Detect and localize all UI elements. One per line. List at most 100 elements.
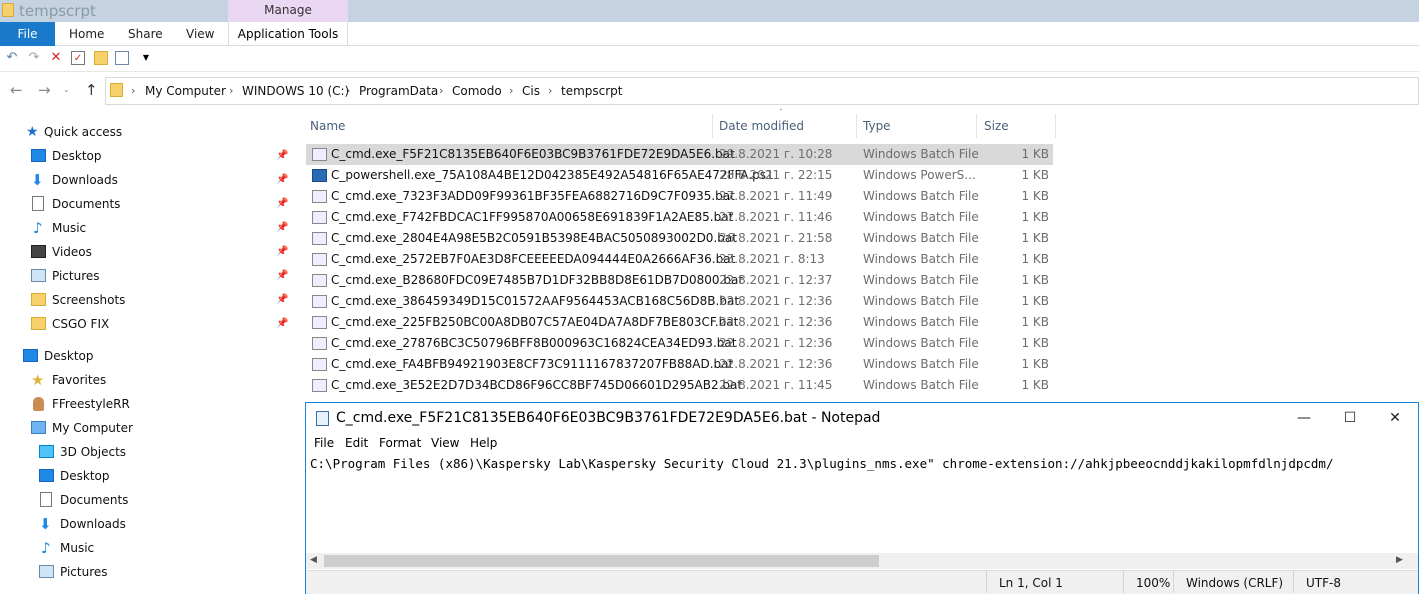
column-header-size[interactable]: Size	[984, 114, 1009, 138]
sidebar-item-pictures[interactable]: Pictures 📌	[0, 264, 290, 288]
sidebar-item-user[interactable]: FFreestyleRR	[0, 392, 290, 416]
chevron-right-icon[interactable]: ›	[509, 83, 513, 99]
sidebar-item-3d-objects[interactable]: 3D Objects	[0, 440, 290, 464]
tab-view[interactable]: View	[186, 22, 214, 46]
sidebar-item-videos[interactable]: Videos 📌	[0, 240, 290, 264]
sidebar-item-label: CSGO FIX	[52, 317, 110, 331]
breadcrumb-my-computer[interactable]: My Computer	[145, 83, 226, 99]
column-header-type[interactable]: Type	[863, 114, 891, 138]
table-row[interactable]: C_cmd.exe_225FB250BC00A8DB07C57AE04DA7A8…	[306, 312, 1053, 333]
breadcrumb-cis[interactable]: Cis	[522, 83, 540, 99]
notepad-text-area[interactable]: C:\Program Files (x86)\Kaspersky Lab\Kas…	[310, 455, 1334, 473]
table-row[interactable]: C_cmd.exe_F742FBDCAC1FF995870A00658E6918…	[306, 207, 1053, 228]
table-row[interactable]: C_cmd.exe_2572EB7F0AE3D8FCEEEEEDA094444E…	[306, 249, 1053, 270]
scroll-right-icon[interactable]: ▶	[1396, 555, 1403, 565]
sidebar-item-pc-documents[interactable]: Documents	[0, 488, 290, 512]
menu-format[interactable]: Format	[379, 435, 421, 451]
sidebar-quick-access[interactable]: ★ Quick access	[0, 120, 290, 144]
menu-help[interactable]: Help	[470, 435, 497, 451]
table-row[interactable]: C_cmd.exe_27876BC3C50796BFF8B000963C1682…	[306, 333, 1053, 354]
table-row[interactable]: C_cmd.exe_7323F3ADD09F99361BF35FEA688271…	[306, 186, 1053, 207]
menu-edit[interactable]: Edit	[345, 435, 368, 451]
properties-icon[interactable]: ✓	[71, 51, 85, 65]
menu-file[interactable]: File	[314, 435, 334, 451]
rename-icon[interactable]	[115, 51, 129, 65]
sidebar-item-desktop[interactable]: Desktop 📌	[0, 144, 290, 168]
sidebar-item-label: Desktop	[60, 469, 110, 483]
sidebar-item-pc-pictures[interactable]: Pictures	[0, 560, 290, 584]
sidebar-item-documents[interactable]: Documents 📌	[0, 192, 290, 216]
sidebar-item-label: Documents	[60, 493, 129, 507]
up-icon[interactable]: ↑	[85, 81, 98, 99]
close-icon[interactable]: ✕	[1372, 407, 1418, 429]
desktop-icon	[39, 469, 54, 482]
chevron-right-icon[interactable]: ›	[439, 83, 443, 99]
status-position: Ln 1, Col 1	[999, 576, 1063, 590]
tab-home[interactable]: Home	[69, 22, 104, 46]
pin-icon[interactable]: 📌	[276, 288, 288, 312]
sidebar-item-music[interactable]: ♪ Music 📌	[0, 216, 290, 240]
breadcrumb-comodo[interactable]: Comodo	[452, 83, 502, 99]
column-divider[interactable]	[856, 114, 857, 138]
breadcrumb-drive[interactable]: WINDOWS 10 (C:)	[242, 83, 349, 99]
pin-icon[interactable]: 📌	[276, 168, 288, 192]
breadcrumb-tempscrpt[interactable]: tempscrpt	[561, 83, 623, 99]
scroll-left-icon[interactable]: ◀	[310, 555, 317, 565]
sidebar-item-pc-music[interactable]: ♪ Music	[0, 536, 290, 560]
tab-application-tools[interactable]: Application Tools	[228, 22, 348, 46]
sidebar-item-desktop-root[interactable]: Desktop	[0, 344, 290, 368]
file-type: Windows Batch File	[863, 315, 979, 329]
table-row[interactable]: C_cmd.exe_F5F21C8135EB640F6E03BC9B3761FD…	[306, 144, 1053, 165]
pin-icon[interactable]: 📌	[276, 192, 288, 216]
chevron-right-icon[interactable]: ›	[131, 83, 135, 99]
sidebar-item-csgo-fix[interactable]: CSGO FIX 📌	[0, 312, 290, 336]
pin-icon[interactable]: 📌	[276, 216, 288, 240]
sidebar-item-favorites[interactable]: ★ Favorites	[0, 368, 290, 392]
breadcrumb-programdata[interactable]: ProgramData	[359, 83, 438, 99]
forward-icon[interactable]: →	[38, 81, 51, 99]
maximize-icon[interactable]: ☐	[1327, 407, 1373, 429]
sidebar-item-screenshots[interactable]: Screenshots 📌	[0, 288, 290, 312]
pin-icon[interactable]: 📌	[276, 240, 288, 264]
tab-file[interactable]: File	[0, 22, 55, 46]
menu-view[interactable]: View	[431, 435, 459, 451]
column-divider[interactable]	[712, 114, 713, 138]
pin-icon[interactable]: 📌	[276, 312, 288, 336]
redo-icon[interactable]: ↷	[27, 51, 41, 65]
sidebar-item-my-computer[interactable]: My Computer	[0, 416, 290, 440]
file-type: Windows Batch File	[863, 378, 979, 392]
undo-icon[interactable]: ↶	[5, 51, 19, 65]
minimize-icon[interactable]: —	[1281, 407, 1327, 429]
file-size: 1 KB	[1021, 147, 1049, 161]
back-icon[interactable]: ←	[10, 81, 23, 99]
file-size: 1 KB	[1021, 273, 1049, 287]
pin-icon[interactable]: 📌	[276, 264, 288, 288]
tab-manage[interactable]: Manage	[228, 0, 348, 22]
table-row[interactable]: C_cmd.exe_B28680FDC09E7485B7D1DF32BB8D8E…	[306, 270, 1053, 291]
horizontal-scrollbar[interactable]: ◀ ▶	[306, 553, 1418, 569]
column-divider[interactable]	[976, 114, 977, 138]
chevron-right-icon[interactable]: ›	[229, 83, 233, 99]
table-row[interactable]: C_cmd.exe_FA4BFB94921903E8CF73C911116783…	[306, 354, 1053, 375]
table-row[interactable]: C_cmd.exe_2804E4A98E5B2C0591B5398E4BAC50…	[306, 228, 1053, 249]
pin-icon[interactable]: 📌	[276, 144, 288, 168]
table-row[interactable]: C_powershell.exe_75A108A4BE12D042385E492…	[306, 165, 1053, 186]
table-row[interactable]: C_cmd.exe_3E52E2D7D34BCD86F96CC8BF745D06…	[306, 375, 1053, 396]
chevron-right-icon[interactable]: ›	[548, 83, 552, 99]
sidebar-item-pc-desktop[interactable]: Desktop	[0, 464, 290, 488]
scrollbar-thumb[interactable]	[324, 555, 879, 567]
chevron-right-icon[interactable]: ›	[346, 83, 350, 99]
column-header-name[interactable]: Name	[310, 114, 345, 138]
column-header-date[interactable]: Date modified	[719, 114, 804, 138]
customize-dropdown-icon[interactable]: ▼	[139, 51, 153, 65]
recent-locations-chevron-icon[interactable]: ⌄	[63, 85, 70, 94]
column-divider[interactable]	[1055, 114, 1056, 138]
table-row[interactable]: C_cmd.exe_386459349D15C01572AAF9564453AC…	[306, 291, 1053, 312]
delete-icon[interactable]: ✕	[49, 51, 63, 65]
tab-share[interactable]: Share	[128, 22, 163, 46]
star-icon: ★	[26, 124, 39, 140]
sidebar-item-downloads[interactable]: ⬇ Downloads 📌	[0, 168, 290, 192]
new-folder-icon[interactable]	[94, 51, 108, 65]
sidebar-item-pc-downloads[interactable]: ⬇ Downloads	[0, 512, 290, 536]
sidebar-item-label: Videos	[52, 245, 92, 259]
